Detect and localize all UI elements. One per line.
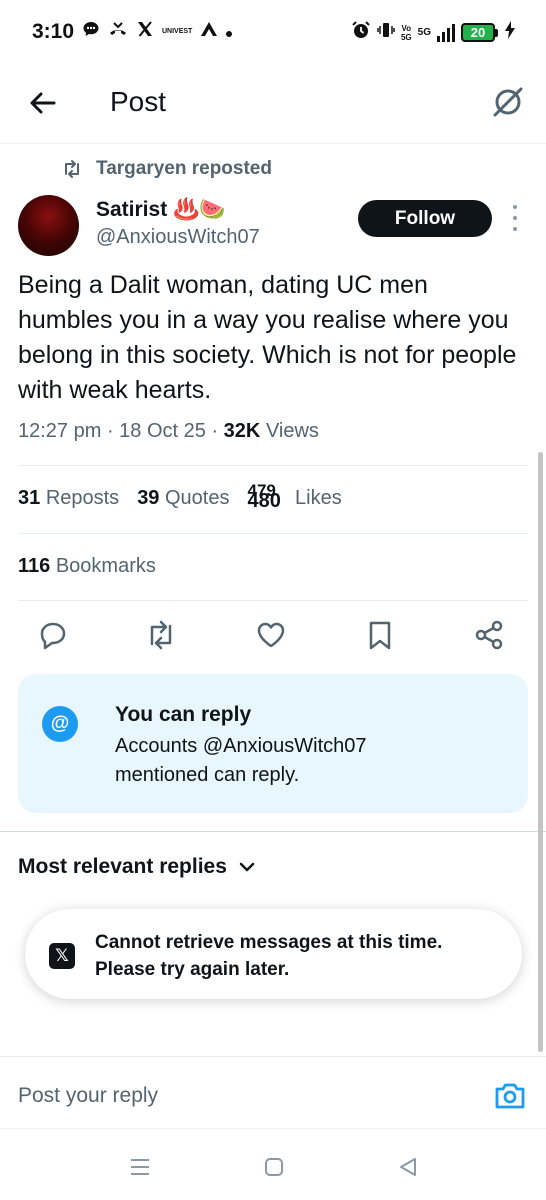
reply-input[interactable]: Post your reply — [18, 1084, 158, 1108]
signal-icon — [437, 23, 455, 42]
page-title: Post — [110, 86, 167, 117]
share-icon — [475, 620, 503, 650]
arrow-up-app-icon — [200, 21, 218, 42]
retweet-button[interactable] — [144, 618, 178, 652]
share-button[interactable] — [472, 618, 506, 652]
mention-icon: @ — [42, 706, 78, 742]
x-logo-icon — [136, 20, 154, 43]
camera-icon — [495, 1083, 525, 1109]
retweet-icon — [150, 620, 172, 650]
bookmarks-label: Bookmarks — [55, 555, 156, 577]
notification-icons: UNIVEST — [82, 20, 233, 43]
post-meta: 12:27 pm · 18 Oct 25 · 32K Views — [18, 420, 319, 442]
more-options-button[interactable] — [508, 205, 522, 231]
reply-icon — [40, 622, 66, 650]
chevron-down-icon — [239, 862, 255, 872]
reply-button[interactable] — [36, 618, 70, 652]
dot-indicator-icon — [226, 22, 233, 42]
likes-label: Likes — [295, 487, 342, 509]
post-date: 18 Oct 25 — [119, 420, 206, 442]
back-button[interactable] — [26, 86, 60, 120]
reposts-stat[interactable]: 31 Reposts — [18, 487, 119, 511]
status-time: 3:10 — [32, 20, 75, 43]
alarm-icon — [351, 20, 371, 45]
divider — [0, 1056, 546, 1057]
charging-icon — [504, 20, 516, 45]
bookmarks-stat[interactable]: 116 Bookmarks — [18, 555, 156, 578]
top-app-bar: Post — [0, 66, 546, 144]
divider — [18, 600, 528, 601]
follow-button[interactable]: Follow — [358, 200, 492, 237]
views-label: Views — [265, 420, 319, 442]
volte-line1: Vo — [401, 23, 412, 33]
toast-message: Cannot retrieve messages at this time. P… — [95, 929, 442, 983]
reply-restriction-title: You can reply — [115, 703, 252, 726]
like-button[interactable] — [254, 618, 288, 652]
chat-bubble-icon — [82, 20, 100, 43]
toast-line-1: Cannot retrieve messages at this time. — [95, 932, 443, 953]
repost-label: Targaryen reposted — [96, 158, 272, 179]
quotes-stat[interactable]: 39 Quotes — [137, 487, 229, 511]
likes-count-new: 480 — [247, 490, 281, 512]
engagement-stats: 31 Reposts 39 Quotes 479 480 Likes — [18, 481, 342, 512]
volte-indicator: Vo 5G — [401, 24, 412, 42]
repost-context[interactable]: Targaryen reposted — [62, 158, 272, 180]
likes-stat[interactable]: 479 480 Likes — [247, 481, 342, 512]
heart-icon — [257, 622, 285, 648]
vibrate-icon — [377, 21, 395, 44]
author-handle[interactable]: @AnxiousWitch07 — [96, 226, 260, 249]
system-navigation-bar — [0, 1128, 546, 1200]
post-text: Being a Dalit woman, dating UC men humbl… — [18, 271, 517, 404]
quotes-label: Quotes — [165, 487, 230, 509]
avatar[interactable] — [18, 195, 79, 256]
x-logo-icon: 𝕏 — [49, 943, 75, 969]
author-name-row[interactable]: Satirist ♨️🍉 — [96, 198, 226, 222]
repost-icon — [65, 160, 79, 178]
bookmark-button[interactable] — [363, 618, 397, 652]
battery-level: 20 — [461, 23, 495, 42]
grok-icon — [493, 87, 523, 117]
system-back-button[interactable] — [396, 1155, 420, 1179]
volte-line2: 5G — [400, 32, 412, 42]
divider — [18, 533, 528, 534]
battery-icon: 20 — [461, 23, 498, 42]
post-actions — [18, 618, 528, 658]
missed-call-icon — [108, 20, 128, 43]
reposts-label: Reposts — [45, 487, 120, 509]
home-button[interactable] — [262, 1155, 286, 1179]
more-vertical-icon — [513, 205, 517, 209]
back-triangle-icon — [400, 1158, 416, 1176]
univest-app-icon: UNIVEST — [162, 28, 193, 35]
network-type: 5G — [417, 27, 431, 38]
camera-button[interactable] — [493, 1080, 527, 1112]
post-time: 12:27 pm — [18, 420, 102, 442]
grok-button[interactable] — [490, 84, 526, 120]
likes-count: 479 480 — [247, 481, 289, 512]
reposts-count: 31 — [18, 487, 41, 509]
status-bar: 3:10 UNIVEST Vo 5G 5G 20 — [0, 0, 546, 66]
menu-icon — [131, 1159, 149, 1175]
error-toast: 𝕏 Cannot retrieve messages at this time.… — [25, 909, 522, 999]
reply-sort-dropdown[interactable]: Most relevant replies — [18, 855, 255, 879]
quotes-count: 39 — [137, 487, 160, 509]
divider — [18, 465, 528, 466]
author-name: Satirist — [96, 198, 168, 221]
bookmark-icon — [369, 621, 391, 650]
reply-sort-label: Most relevant replies — [18, 855, 227, 878]
author-emoji: ♨️🍉 — [173, 198, 226, 221]
toast-line-2: Please try again later. — [95, 959, 290, 980]
reply-restriction-card: @ You can reply Accounts @AnxiousWitch07… — [18, 674, 528, 813]
scrollbar[interactable] — [538, 452, 543, 1052]
home-square-icon — [265, 1158, 283, 1176]
section-divider — [0, 831, 546, 832]
reply-restriction-description: Accounts @AnxiousWitch07 mentioned can r… — [115, 735, 367, 786]
system-indicators: Vo 5G 5G 20 — [351, 20, 516, 45]
views-count: 32K — [223, 420, 261, 442]
bookmarks-count: 116 — [18, 555, 51, 577]
arrow-left-icon — [30, 92, 56, 114]
recents-button[interactable] — [128, 1155, 152, 1179]
